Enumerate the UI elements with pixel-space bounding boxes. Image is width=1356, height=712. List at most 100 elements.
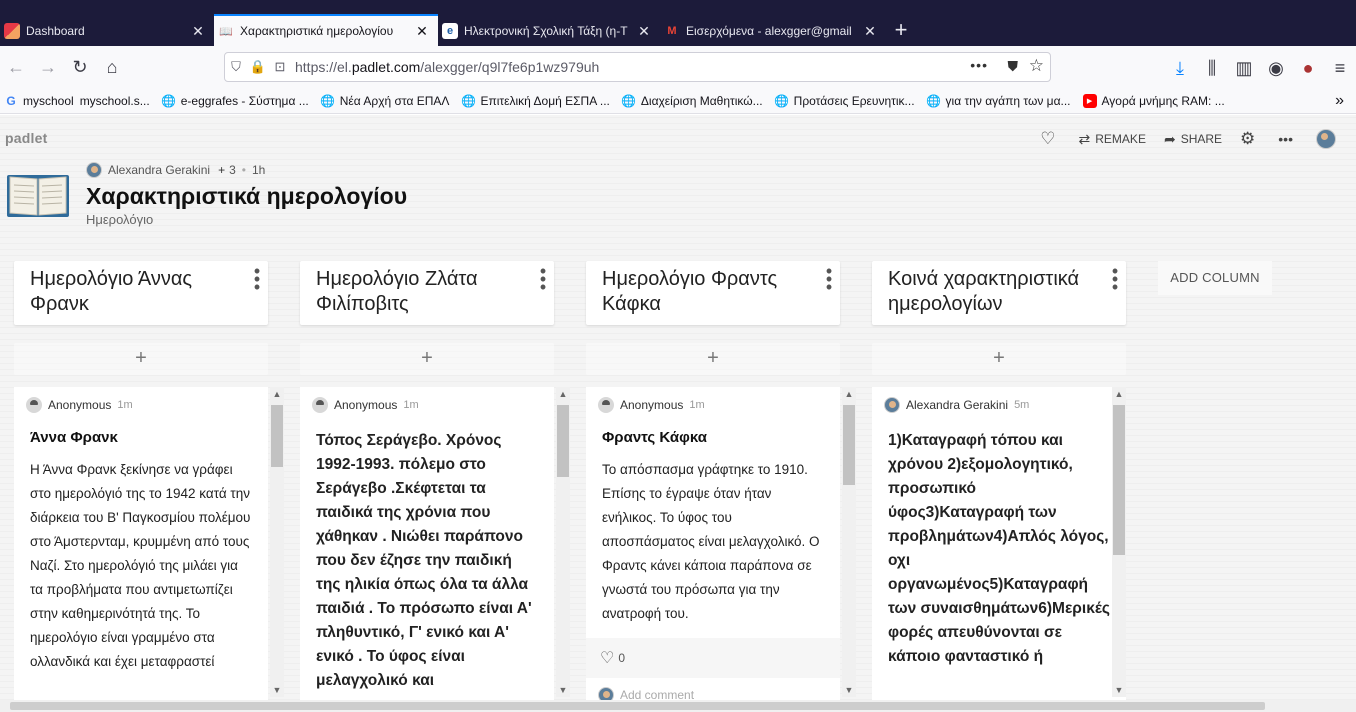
more-button[interactable]: ••• (1278, 131, 1298, 147)
bookmark-myschool-s[interactable]: myschool.s... (80, 94, 150, 108)
column-header[interactable]: Ημερολόγιο Άννας Φρανκ • • • (14, 261, 268, 325)
gear-icon: ⚙ (1240, 129, 1256, 148)
post-scrollbar[interactable]: ▲ ▼ (842, 387, 856, 697)
post-author-line: Anonymous 1m (14, 387, 268, 413)
bookmark-e-eggrafes[interactable]: 🌐 e-eggrafes - Σύστημα ... (161, 93, 309, 108)
scroll-thumb[interactable] (843, 405, 855, 485)
post-time: 1m (117, 399, 133, 411)
sidebar-icon[interactable]: ▥ (1228, 52, 1260, 84)
post-card[interactable]: Alexandra Gerakini 5m 1)Καταγραφή τόπου … (872, 387, 1126, 705)
board-header: Alexandra Gerakini + 3 • 1h Χαρακτηριστι… (0, 159, 1356, 239)
remake-button[interactable]: ⇄ REMAKE (1079, 131, 1146, 148)
tab-dashboard[interactable]: Dashboard ✕ (0, 16, 214, 46)
scroll-up-icon[interactable]: ▲ (842, 387, 856, 401)
shield-icon[interactable]: ⛉ (225, 59, 247, 75)
scroll-down-icon[interactable]: ▼ (270, 683, 284, 697)
scroll-up-icon[interactable]: ▲ (270, 387, 284, 401)
scroll-down-icon[interactable]: ▼ (842, 683, 856, 697)
scroll-down-icon[interactable]: ▼ (556, 683, 570, 697)
scroll-thumb[interactable] (1113, 405, 1125, 555)
heart-icon[interactable]: ♡ (600, 648, 614, 668)
column-menu-icon[interactable]: • • • (252, 262, 262, 296)
book-icon (7, 175, 69, 217)
column-header[interactable]: Ημερολόγιο Φραντς Κάφκα • • • (586, 261, 840, 325)
scroll-thumb[interactable] (271, 405, 283, 467)
scroll-up-icon[interactable]: ▲ (1112, 387, 1126, 401)
url-text[interactable]: https://el.padlet.com/alexgger/q9l7fe6p1… (295, 59, 599, 75)
close-icon[interactable]: ✕ (636, 23, 652, 40)
more-icon: ••• (1278, 131, 1293, 147)
like-board-button[interactable]: ♡ (1040, 129, 1060, 149)
add-column-button[interactable]: ADD COLUMN (1158, 261, 1272, 295)
column-menu-icon[interactable]: • • • (538, 262, 548, 296)
post-card[interactable]: Anonymous 1m Τόπος Σεράγεβο. Χρόνος 1992… (300, 387, 554, 705)
menu-icon[interactable]: ≡ (1324, 52, 1356, 84)
column-title: Κοινά χαρακτηριστικά ημερολογίων (888, 268, 1080, 315)
bookmark-label: για την αγάπη των μα... (945, 93, 1071, 108)
close-icon[interactable]: ✕ (190, 23, 206, 40)
pocket-icon[interactable]: ⛊ (1008, 58, 1019, 75)
page-actions-icon[interactable]: ••• (970, 57, 988, 73)
scroll-up-icon[interactable]: ▲ (556, 387, 570, 401)
bookmark-myschool[interactable]: G myschool (4, 94, 73, 108)
extension-icon[interactable]: ● (1292, 52, 1324, 84)
scroll-thumb[interactable] (557, 405, 569, 477)
library-icon[interactable]: ⫼ (1196, 52, 1228, 84)
post-body: Η Άννα Φρανκ ξεκίνησε να γράφει στο ημερ… (30, 462, 251, 669)
new-tab-button[interactable]: + (886, 16, 916, 46)
scroll-thumb[interactable] (10, 702, 1265, 710)
post-author-line: Anonymous 1m (586, 387, 840, 413)
add-post-button[interactable]: + (14, 343, 268, 375)
anonymous-avatar (598, 397, 614, 413)
user-avatar[interactable] (1316, 129, 1342, 149)
tab-eclass[interactable]: e Ηλεκτρονική Σχολική Τάξη (η-Τ ✕ (438, 16, 660, 46)
share-button[interactable]: ➦ SHARE (1164, 131, 1222, 148)
forward-icon[interactable]: → (32, 51, 64, 83)
post-scrollbar[interactable]: ▲ ▼ (556, 387, 570, 697)
add-post-button[interactable]: + (300, 343, 554, 375)
bookmark-protaseis[interactable]: 🌐 Προτάσεις Ερευνητικ... (774, 94, 914, 108)
globe-icon: 🌐 (161, 93, 177, 108)
close-icon[interactable]: ✕ (414, 23, 430, 40)
bookmark-nea-arxi[interactable]: 🌐 Νέα Αρχή στα ΕΠΑΛ (320, 94, 449, 108)
padlet-logo[interactable]: padlet (5, 130, 47, 146)
bookmarks-toolbar: G myschool myschool.s... 🌐 e-eggrafes - … (0, 88, 1356, 114)
tab-padlet[interactable]: 📖 Χαρακτηριστικά ημερολογίου ✕ (214, 14, 438, 46)
column-menu-icon[interactable]: • • • (824, 262, 834, 296)
post-time: 5m (1014, 399, 1030, 411)
youtube-icon: ▶ (1082, 93, 1097, 108)
bookmark-ram[interactable]: ▶ Αγορά μνήμης RAM: ... (1082, 93, 1225, 108)
post-author: Anonymous (48, 398, 112, 412)
add-post-button[interactable]: + (872, 343, 1126, 375)
globe-icon: 🌐 (460, 93, 476, 108)
settings-button[interactable]: ⚙ (1240, 129, 1260, 149)
url-path: /alexgger/q9l7fe6p1wz979uh (420, 59, 600, 75)
post-card[interactable]: Anonymous 1m Άννα Φρανκ Η Άννα Φρανκ ξεκ… (14, 387, 268, 705)
url-bar[interactable]: ⛉ 🔒 ⊡ https://el.padlet.com/alexgger/q9l… (224, 52, 1051, 82)
more-bookmarks-icon[interactable]: » (1335, 92, 1344, 110)
scroll-down-icon[interactable]: ▼ (1112, 683, 1126, 697)
account-icon[interactable]: ◉ (1260, 52, 1292, 84)
lock-icon[interactable]: 🔒 (247, 59, 269, 75)
column-menu-icon[interactable]: • • • (1110, 262, 1120, 296)
add-post-button[interactable]: + (586, 343, 840, 375)
post-time: 1m (689, 399, 705, 411)
post-scrollbar[interactable]: ▲ ▼ (270, 387, 284, 697)
download-icon[interactable]: ⤓ (1164, 52, 1196, 84)
bookmark-espa[interactable]: 🌐 Επιτελική Δομή ΕΣΠΑ ... (460, 93, 610, 108)
column-header[interactable]: Κοινά χαρακτηριστικά ημερολογίων • • • (872, 261, 1126, 325)
bookmark-star-icon[interactable]: ☆ (1029, 56, 1044, 76)
reload-icon[interactable]: ↻ (64, 51, 96, 83)
post-card[interactable]: Anonymous 1m Φραντς Κάφκα Το απόσπασμα γ… (586, 387, 840, 705)
horizontal-scrollbar[interactable] (0, 700, 1356, 712)
post-scrollbar[interactable]: ▲ ▼ (1112, 387, 1126, 697)
bookmark-diaxeirisi[interactable]: 🌐 Διαχείριση Μαθητικώ... (621, 94, 762, 108)
permissions-icon[interactable]: ⊡ (269, 59, 291, 75)
home-icon[interactable]: ⌂ (96, 51, 128, 83)
tab-gmail[interactable]: M Εισερχόμενα - alexgger@gmail ✕ (660, 16, 886, 46)
column-kafka: Ημερολόγιο Φραντς Κάφκα • • • + Anonymous … (586, 261, 856, 705)
back-icon[interactable]: ← (0, 51, 32, 83)
column-header[interactable]: Ημερολόγιο Ζλάτα Φιλίποβιτς • • • (300, 261, 554, 325)
close-icon[interactable]: ✕ (862, 23, 878, 40)
bookmark-agapi[interactable]: 🌐 για την αγάπη των μα... (926, 93, 1071, 108)
